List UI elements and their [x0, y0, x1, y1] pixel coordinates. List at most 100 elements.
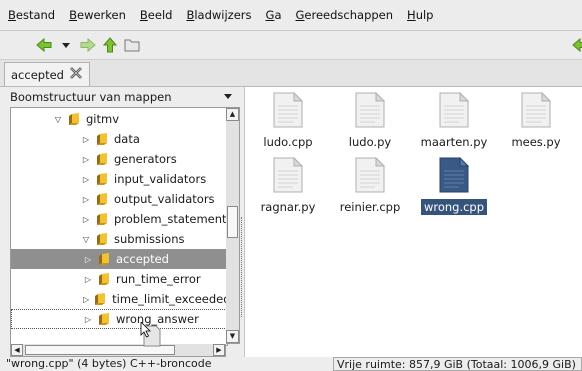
document-icon: [355, 156, 386, 193]
file-item[interactable]: ludo.cpp: [250, 91, 326, 150]
menu-bewerken[interactable]: Bewerken: [61, 8, 132, 22]
expander-closed-icon[interactable]: ▷: [81, 135, 91, 144]
expander-closed-icon[interactable]: ▷: [81, 175, 91, 184]
expander-closed-icon[interactable]: ▷: [81, 155, 91, 164]
tree-item-label: run_time_error: [116, 272, 201, 286]
scroll-up-icon[interactable]: ▲: [226, 108, 239, 121]
file-name: ragnar.py: [260, 200, 316, 214]
sidebar-title-label: Boomstructuur van mappen: [10, 90, 172, 104]
expander-closed-icon[interactable]: ▷: [83, 275, 93, 284]
folder-icon: [95, 233, 109, 245]
scrollbar-thumb[interactable]: [227, 206, 238, 238]
file-name: ludo.py: [348, 135, 392, 149]
tree-item-label: time_limit_exceeded: [112, 292, 228, 306]
status-selection: "wrong.cpp" (4 bytes) C++-broncode: [6, 357, 212, 370]
file-name: reinier.cpp: [339, 200, 401, 214]
folder-icon: [95, 133, 109, 145]
scroll-right-icon[interactable]: ▶: [213, 344, 225, 356]
tree-item-label: problem_statement: [114, 212, 227, 226]
folder-icon[interactable]: [124, 37, 140, 53]
file-name: mees.py: [511, 135, 561, 149]
expander-closed-icon[interactable]: ▷: [83, 295, 89, 304]
folder-icon: [95, 153, 109, 165]
file-item[interactable]: ludo.py: [332, 91, 408, 150]
menu-ga[interactable]: Ga: [258, 8, 288, 22]
file-item[interactable]: wrong.cpp: [416, 156, 492, 215]
tree-item-accepted[interactable]: ▷ accepted: [11, 249, 227, 269]
sidebar-title[interactable]: Boomstructuur van mappen: [0, 87, 244, 107]
scroll-down-icon[interactable]: ▼: [226, 330, 239, 343]
expander-open-icon[interactable]: ▽: [53, 115, 63, 124]
expander-closed-icon[interactable]: ▷: [83, 255, 93, 264]
tree-item-input-validators[interactable]: ▷ input_validators: [11, 169, 227, 189]
expander-closed-icon[interactable]: ▷: [83, 315, 93, 324]
file-name: wrong.cpp: [420, 199, 488, 215]
document-icon: [355, 91, 386, 128]
folder-icon: [95, 173, 109, 185]
menu-hulp[interactable]: Hulp: [399, 8, 439, 22]
folder-tree: ▽ gitmv ▷ data ▷ generators ▷ input_validators ▷…: [10, 107, 228, 346]
scroll-left-icon[interactable]: ◀: [11, 344, 23, 356]
tree-item-label: gitmv: [86, 112, 120, 126]
tree-item-submissions[interactable]: ▽ submissions: [11, 229, 227, 249]
document-icon: [439, 91, 470, 128]
tree-item-output-validators[interactable]: ▷ output_validators: [11, 189, 227, 209]
tab-label: accepted: [11, 67, 64, 82]
drag-file-icon: [140, 321, 164, 348]
tree-item-label: submissions: [114, 232, 185, 246]
document-icon: [273, 91, 304, 128]
tree-item-wrong-answer[interactable]: ▷ wrong_answer: [11, 309, 227, 329]
document-icon: [521, 91, 552, 128]
folder-icon: [97, 253, 111, 265]
file-item[interactable]: maarten.py: [416, 91, 492, 150]
tree-item-generators[interactable]: ▷ generators: [11, 149, 227, 169]
tree-item-problem-statement[interactable]: ▷ problem_statement: [11, 209, 227, 229]
chevron-down-icon[interactable]: [224, 94, 232, 99]
folder-icon: [95, 213, 109, 225]
status-bar: "wrong.cpp" (4 bytes) C++-broncode Vrije…: [0, 357, 582, 371]
file-name: ludo.cpp: [263, 135, 313, 149]
tab-accepted[interactable]: accepted: [4, 62, 90, 86]
tree-item-data[interactable]: ▷ data: [11, 129, 227, 149]
folder-icon: [97, 273, 111, 285]
expander-open-icon[interactable]: ▽: [81, 235, 91, 244]
menu-bestand[interactable]: Bestand: [0, 8, 61, 22]
menu-bladwijzers[interactable]: Bladwijzers: [178, 8, 257, 22]
menu-gereedschappen[interactable]: Gereedschappen: [288, 8, 400, 22]
file-name: maarten.py: [420, 135, 488, 149]
file-item[interactable]: reinier.cpp: [332, 156, 408, 215]
folder-icon: [93, 293, 107, 305]
tree-item-label: generators: [114, 152, 177, 166]
document-icon: [439, 156, 470, 193]
chevron-down-icon[interactable]: [58, 37, 74, 53]
tree-item-label: data: [114, 132, 140, 146]
tree-item-label: accepted: [116, 252, 169, 266]
status-free-space: Vrije ruimte: 857,9 GiB (Totaal: 1006,9 …: [333, 357, 582, 371]
file-item[interactable]: ragnar.py: [250, 156, 326, 215]
menu-bar: Bestand Bewerken Beeld Bladwijzers Ga Ge…: [0, 0, 582, 31]
close-icon[interactable]: [69, 67, 83, 82]
sidebar: Boomstructuur van mappen ▽ gitmv ▷ data ▷ gen…: [0, 87, 245, 357]
folder-icon: [67, 113, 81, 125]
tab-bar: accepted: [0, 60, 582, 87]
tree-horizontal-scrollbar[interactable]: ◀ ▶: [10, 344, 226, 357]
expander-closed-icon[interactable]: ▷: [81, 195, 91, 204]
arrow-right-icon[interactable]: [80, 37, 96, 53]
folder-icon: [95, 193, 109, 205]
document-icon: [273, 156, 304, 193]
file-item[interactable]: mees.py: [498, 91, 574, 150]
arrow-up-icon[interactable]: [102, 37, 118, 53]
toolbar: [0, 31, 582, 85]
arrow-left-icon[interactable]: [36, 37, 52, 53]
menu-beeld[interactable]: Beeld: [132, 8, 179, 22]
tree-item-time-limit-exceeded[interactable]: ▷ time_limit_exceeded: [11, 289, 227, 309]
expander-closed-icon[interactable]: ▷: [81, 215, 91, 224]
tree-item-label: output_validators: [114, 192, 215, 206]
go-arrow-icon[interactable]: [572, 37, 582, 53]
tree-item-gitmv[interactable]: ▽ gitmv: [11, 109, 227, 129]
tree-vertical-scrollbar[interactable]: ▲ ▼: [226, 107, 240, 344]
tree-item-label: input_validators: [114, 172, 207, 186]
file-view: ludo.cpp ludo.py maarten.py mees.py ragnar.p…: [245, 87, 582, 357]
tree-item-run-time-error[interactable]: ▷ run_time_error: [11, 269, 227, 289]
folder-icon: [97, 313, 111, 325]
